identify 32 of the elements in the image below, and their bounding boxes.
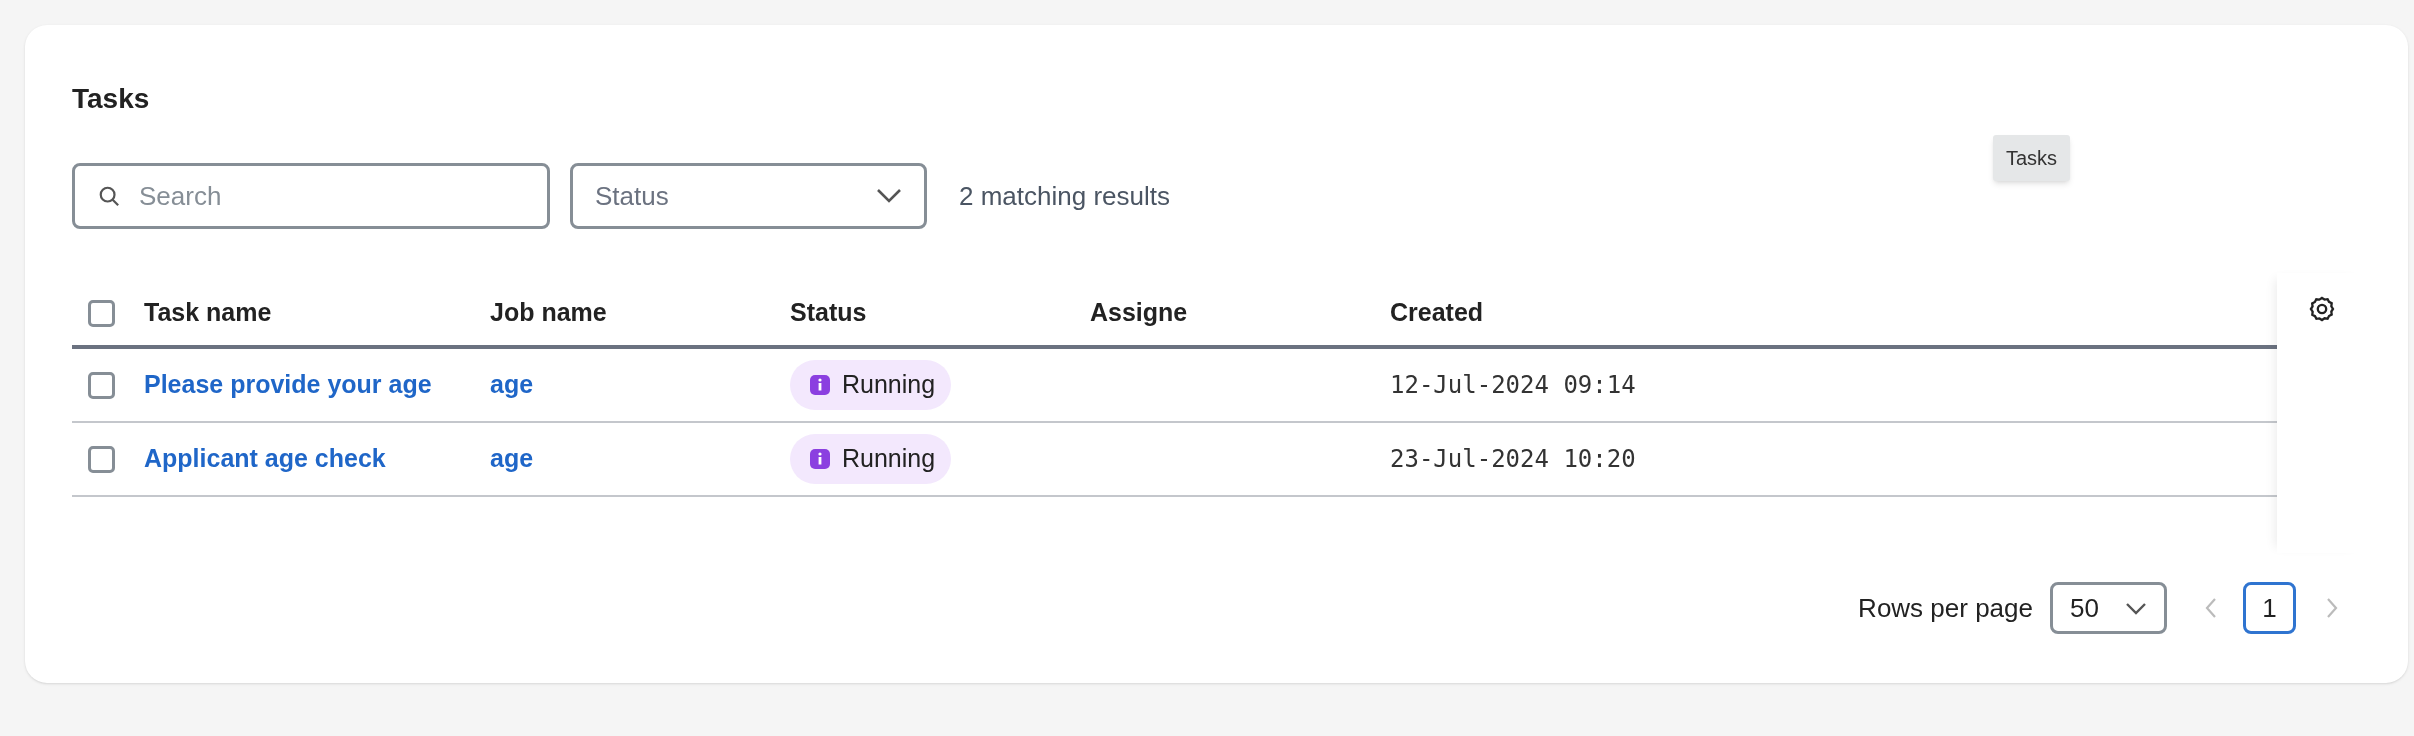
page-title: Tasks bbox=[72, 85, 151, 113]
task-link[interactable]: Applicant age check bbox=[144, 444, 386, 473]
column-header: Assigne bbox=[1090, 298, 1188, 327]
rows-per-page-dropdown[interactable]: 50 bbox=[2050, 582, 2167, 634]
search-field[interactable]: Search bbox=[72, 163, 550, 229]
search-icon bbox=[98, 185, 120, 207]
created-date: 23-Jul-2024 10:20 bbox=[1390, 445, 1636, 473]
status-dropdown[interactable]: Status bbox=[570, 163, 927, 229]
chevron-down-icon bbox=[2125, 601, 2147, 615]
page-button[interactable]: 1 bbox=[2243, 582, 2296, 634]
info-icon bbox=[810, 375, 830, 395]
column-header: Status bbox=[790, 298, 867, 327]
checkbox[interactable] bbox=[88, 299, 115, 327]
chevron-down-icon bbox=[876, 188, 902, 204]
task-link[interactable]: Please provide your age bbox=[144, 370, 432, 399]
status-badge: Running bbox=[790, 434, 952, 484]
column-header: Task name bbox=[144, 298, 272, 327]
status-badge: Running bbox=[790, 360, 952, 410]
tooltip: Tasks bbox=[1993, 135, 2071, 181]
next-page-icon[interactable] bbox=[2326, 597, 2338, 619]
settings-icon[interactable] bbox=[2308, 295, 2336, 323]
info-icon bbox=[810, 449, 830, 469]
previous-page-icon[interactable] bbox=[2205, 597, 2217, 619]
checkbox[interactable] bbox=[88, 445, 115, 473]
rows-per-page-label: Rows per page bbox=[1858, 591, 2033, 625]
checkbox[interactable] bbox=[88, 371, 115, 399]
job-link[interactable]: age bbox=[490, 370, 534, 399]
column-header: Job name bbox=[490, 298, 607, 327]
job-link[interactable]: age bbox=[490, 444, 534, 473]
result-count: 2 matching results bbox=[959, 179, 1170, 213]
created-date: 12-Jul-2024 09:14 bbox=[1390, 371, 1636, 399]
column-header: Created bbox=[1390, 298, 1484, 327]
